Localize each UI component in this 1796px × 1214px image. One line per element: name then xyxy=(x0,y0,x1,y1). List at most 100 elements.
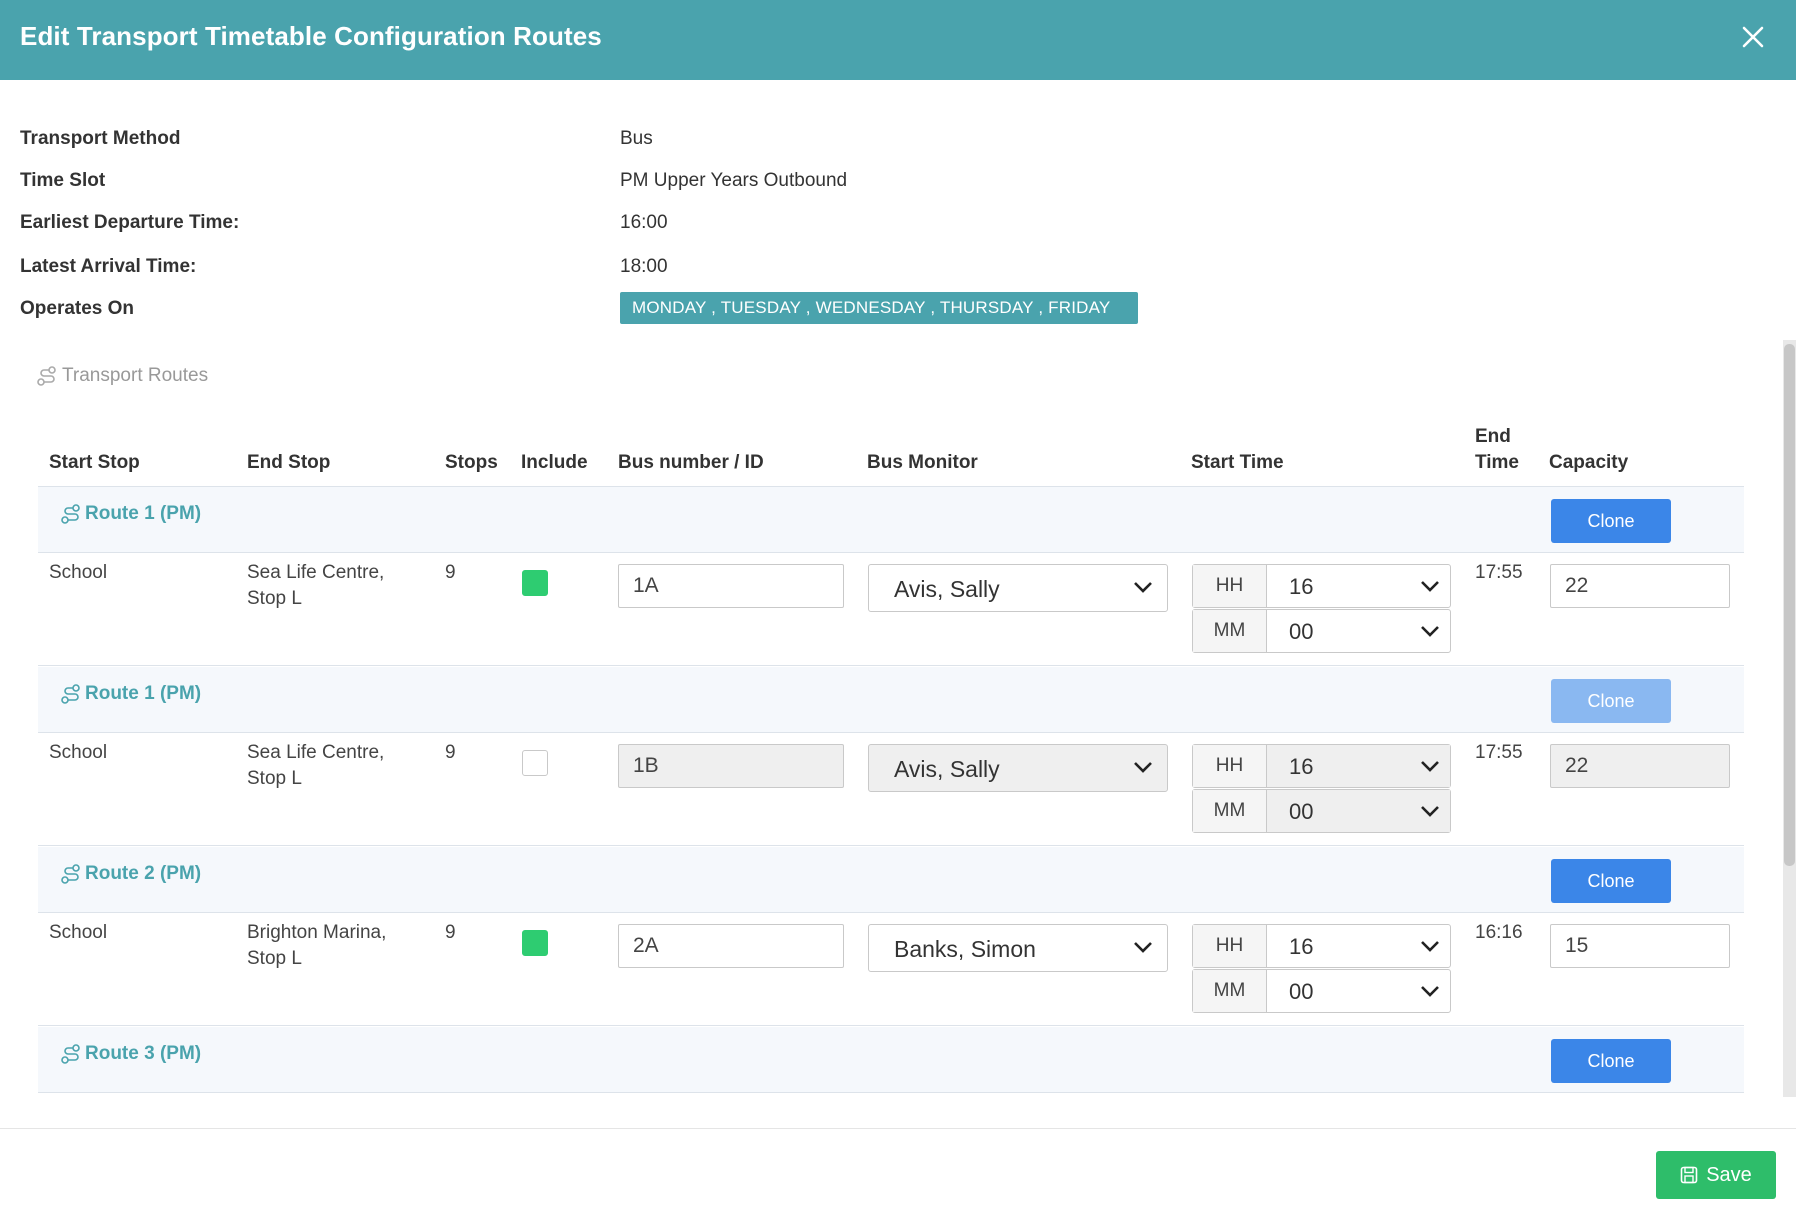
mm-addon: MM xyxy=(1193,790,1267,832)
end-time-cell: 16:16 xyxy=(1475,922,1523,943)
header-end-stop: End Stop xyxy=(247,452,331,473)
hour-select[interactable]: 16 xyxy=(1267,565,1450,607)
transport-routes-heading: Transport Routes xyxy=(36,365,208,387)
stops-cell: 9 xyxy=(445,742,456,763)
capacity-input[interactable] xyxy=(1550,744,1730,788)
bus-monitor-select[interactable]: Avis, Sally xyxy=(868,744,1168,792)
capacity-input[interactable] xyxy=(1550,924,1730,968)
end-stop-line2: Stop L xyxy=(247,948,302,969)
hour-select[interactable]: 16 xyxy=(1267,745,1450,787)
start-stop-cell: School xyxy=(49,742,108,763)
bus-monitor-select[interactable]: Avis, Sally xyxy=(868,564,1168,612)
table-row: School Brighton Marina, Stop L 9 Banks, … xyxy=(38,914,1744,1026)
info-transport-method: Transport Method Bus xyxy=(20,128,1220,158)
table-row: School Sea Life Centre, Stop L 9 Avis, S… xyxy=(38,734,1744,846)
chevron-down-icon xyxy=(1420,624,1440,638)
header-include: Include xyxy=(521,452,588,473)
end-time-cell: 17:55 xyxy=(1475,742,1523,763)
info-latest-arrival: Latest Arrival Time: 18:00 xyxy=(20,256,1220,286)
transport-method-value: Bus xyxy=(620,128,653,149)
hour-input-group: HH 16 xyxy=(1192,924,1451,968)
latest-arrival-label: Latest Arrival Time: xyxy=(20,256,197,277)
scrollbar-thumb[interactable] xyxy=(1784,344,1795,866)
bus-number-input[interactable] xyxy=(618,924,844,968)
hour-select[interactable]: 16 xyxy=(1267,925,1450,967)
route-icon xyxy=(60,503,82,525)
end-stop-line1: Sea Life Centre, xyxy=(247,742,385,763)
info-earliest-departure: Earliest Departure Time: 16:00 xyxy=(20,212,1220,242)
end-stop-line1: Sea Life Centre, xyxy=(247,562,385,583)
hour-value: 16 xyxy=(1289,574,1314,599)
clone-button-disabled[interactable]: Clone xyxy=(1551,679,1671,723)
latest-arrival-value: 18:00 xyxy=(620,256,668,277)
bus-number-input[interactable] xyxy=(618,744,844,788)
minute-select[interactable]: 00 xyxy=(1267,610,1450,652)
route-group-row: Route 2 (PM) Clone xyxy=(38,847,1744,913)
modal-title: Edit Transport Timetable Configuration R… xyxy=(20,21,602,51)
include-checkbox[interactable] xyxy=(522,750,548,776)
stops-cell: 9 xyxy=(445,562,456,583)
end-stop-line1: Brighton Marina, xyxy=(247,922,387,943)
include-checkbox[interactable] xyxy=(522,930,548,956)
route-group-label: Route 1 (PM) xyxy=(85,503,202,524)
close-icon xyxy=(1742,26,1764,48)
footer-divider xyxy=(0,1128,1796,1129)
include-checkbox[interactable] xyxy=(522,570,548,596)
mm-addon: MM xyxy=(1193,610,1267,652)
header-start-stop: Start Stop xyxy=(49,452,140,473)
hh-addon: HH xyxy=(1193,745,1267,787)
save-button[interactable]: Save xyxy=(1656,1151,1776,1199)
header-stops: Stops xyxy=(445,452,498,473)
clone-button[interactable]: Clone xyxy=(1551,1039,1671,1083)
mm-addon: MM xyxy=(1193,970,1267,1012)
modal-header: Edit Transport Timetable Configuration R… xyxy=(0,0,1796,80)
end-stop-cell: Sea Life Centre, Stop L xyxy=(247,560,384,612)
hh-addon: HH xyxy=(1193,925,1267,967)
chevron-down-icon xyxy=(1420,939,1440,953)
bus-monitor-value: Avis, Sally xyxy=(894,756,1000,782)
chevron-down-icon xyxy=(1133,580,1153,594)
route-group-title[interactable]: Route 2 (PM) xyxy=(60,863,201,885)
route-group-title[interactable]: Route 1 (PM) xyxy=(60,503,201,525)
route-group-title[interactable]: Route 1 (PM) xyxy=(60,683,201,705)
route-group-title[interactable]: Route 3 (PM) xyxy=(60,1043,201,1065)
clone-button[interactable]: Clone xyxy=(1551,499,1671,543)
transport-routes-title: Transport Routes xyxy=(62,365,209,386)
stops-cell: 9 xyxy=(445,922,456,943)
time-slot-value: PM Upper Years Outbound xyxy=(620,170,848,191)
bus-monitor-value: Banks, Simon xyxy=(894,936,1036,962)
operates-on-badge: MONDAY , TUESDAY , WEDNESDAY , THURSDAY … xyxy=(620,292,1138,324)
header-bus-number: Bus number / ID xyxy=(618,452,764,473)
bus-monitor-select[interactable]: Banks, Simon xyxy=(868,924,1168,972)
route-group-row: Route 1 (PM) Clone xyxy=(38,667,1744,733)
clone-button[interactable]: Clone xyxy=(1551,859,1671,903)
minute-input-group: MM 00 xyxy=(1192,969,1451,1013)
chevron-down-icon xyxy=(1420,579,1440,593)
route-icon xyxy=(60,1043,82,1065)
header-capacity: Capacity xyxy=(1549,452,1629,473)
minute-input-group: MM 00 xyxy=(1192,609,1451,653)
minute-value: 00 xyxy=(1289,979,1314,1004)
table-row: School Sea Life Centre, Stop L 9 Avis, S… xyxy=(38,554,1744,666)
start-stop-cell: School xyxy=(49,922,108,943)
chevron-down-icon xyxy=(1420,759,1440,773)
bus-number-input[interactable] xyxy=(618,564,844,608)
route-icon xyxy=(36,365,58,387)
chevron-down-icon xyxy=(1420,804,1440,818)
earliest-departure-label: Earliest Departure Time: xyxy=(20,212,240,233)
minute-select[interactable]: 00 xyxy=(1267,970,1450,1012)
close-button[interactable] xyxy=(1736,20,1770,54)
hour-input-group: HH 16 xyxy=(1192,744,1451,788)
header-start-time: Start Time xyxy=(1191,452,1284,473)
info-operates-on: Operates On MONDAY , TUESDAY , WEDNESDAY… xyxy=(20,292,1220,328)
minute-input-group: MM 00 xyxy=(1192,789,1451,833)
operates-on-label: Operates On xyxy=(20,298,135,319)
capacity-input[interactable] xyxy=(1550,564,1730,608)
save-icon xyxy=(1680,1166,1698,1184)
chevron-down-icon xyxy=(1133,760,1153,774)
hour-value: 16 xyxy=(1289,754,1314,779)
end-stop-cell: Sea Life Centre, Stop L xyxy=(247,740,384,792)
minute-select[interactable]: 00 xyxy=(1267,790,1450,832)
route-icon xyxy=(60,863,82,885)
save-label: Save xyxy=(1706,1163,1752,1186)
